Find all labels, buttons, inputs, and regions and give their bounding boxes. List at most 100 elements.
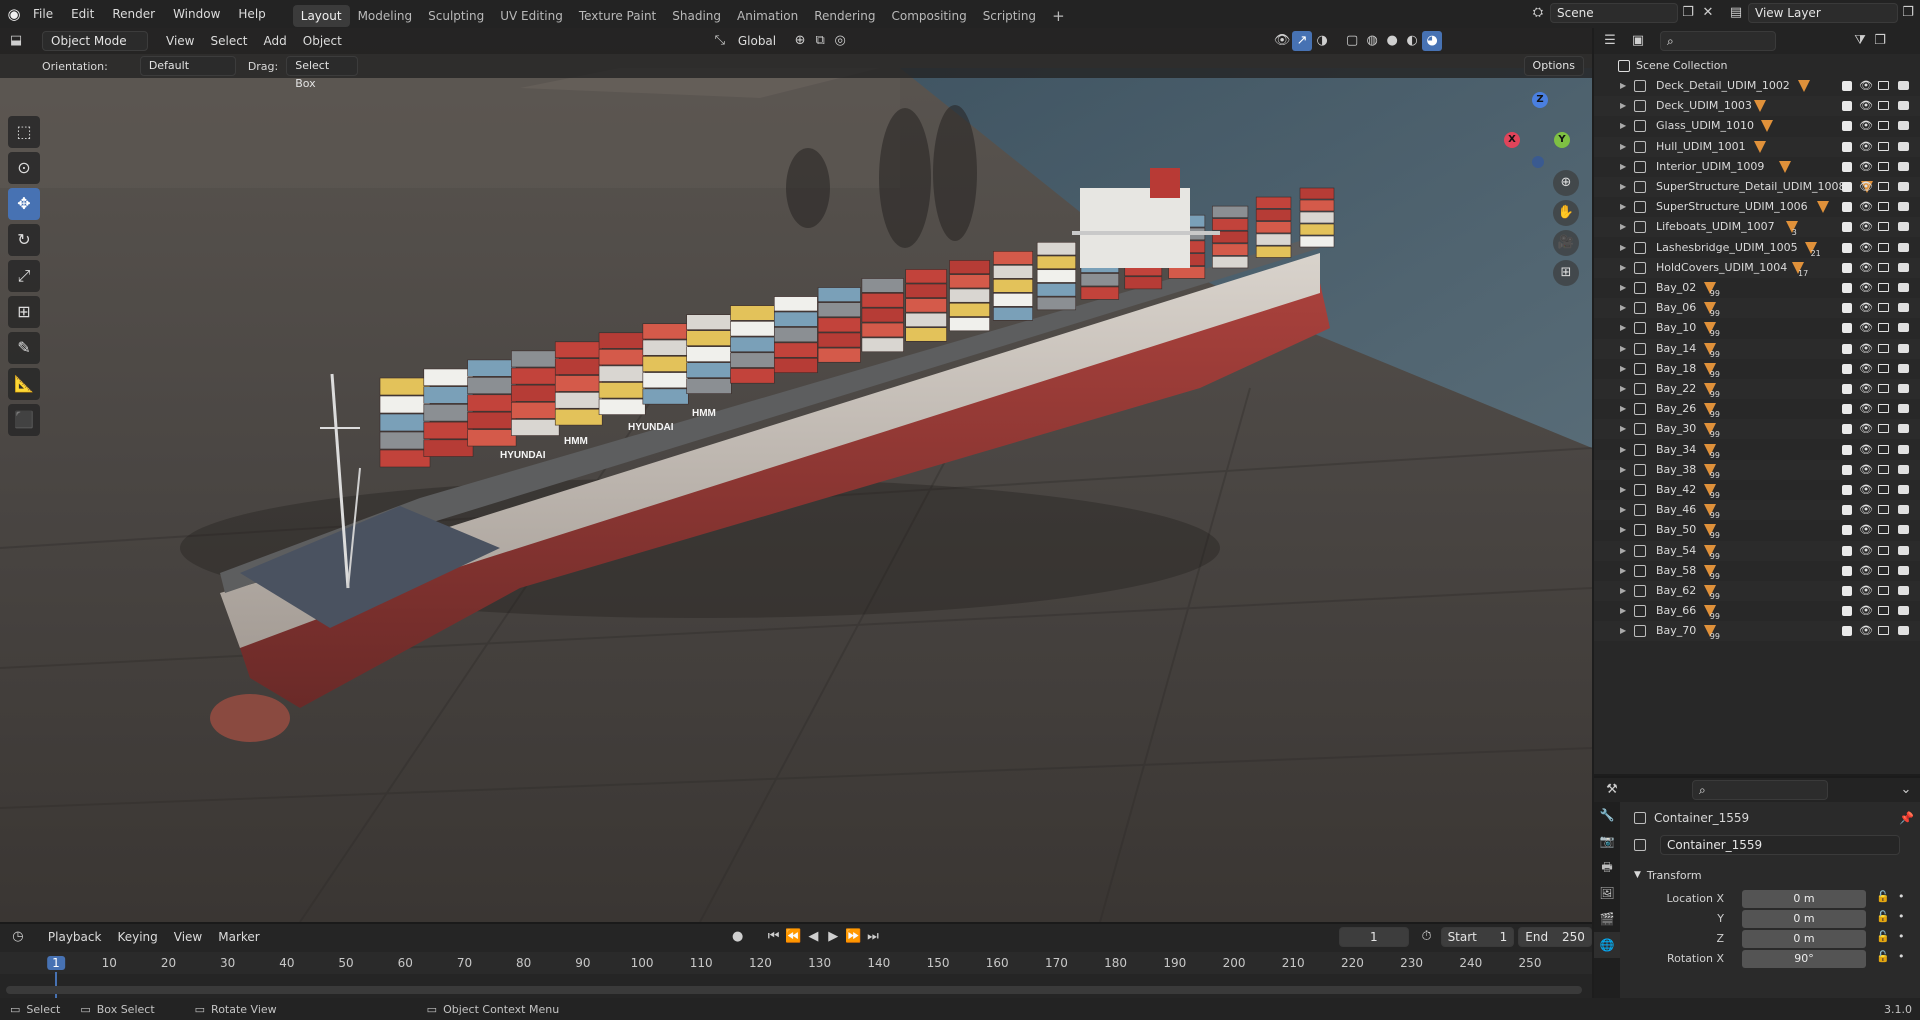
outliner-item[interactable]: ▶ Bay_70 99 👁 xyxy=(1594,621,1920,642)
expand-arrow-icon[interactable]: ▶ xyxy=(1620,541,1626,561)
eye-icon[interactable]: 👁 xyxy=(1859,157,1873,177)
outliner-item[interactable]: ▶ Deck_Detail_UDIM_1002 👁 xyxy=(1594,76,1920,96)
expand-arrow-icon[interactable]: ▶ xyxy=(1620,177,1626,197)
render-toggle-icon[interactable] xyxy=(1898,121,1909,131)
outliner-item[interactable]: ▶ SuperStructure_UDIM_1006 👁 xyxy=(1594,197,1920,217)
eye-icon[interactable]: 👁 xyxy=(1859,217,1873,237)
world-tab-icon[interactable]: 🌐 xyxy=(1594,932,1620,958)
render-toggle-icon[interactable] xyxy=(1898,161,1909,171)
viewport-toggle-icon[interactable] xyxy=(1878,404,1889,414)
menu-render[interactable]: Render xyxy=(103,0,164,28)
render-toggle-icon[interactable] xyxy=(1898,525,1909,535)
render-toggle-icon[interactable] xyxy=(1898,222,1909,232)
eye-icon[interactable]: 👁 xyxy=(1859,298,1873,318)
render-toggle-icon[interactable] xyxy=(1898,586,1909,595)
outliner-item[interactable]: ▶ Bay_30 99 👁 xyxy=(1594,419,1920,440)
chevron-down-icon[interactable]: ⌄ xyxy=(1896,780,1916,800)
outliner-item[interactable]: ▶ HoldCovers_UDIM_1004 17 👁 xyxy=(1594,257,1920,278)
new-collection-icon[interactable]: ❐ xyxy=(1870,31,1890,51)
timeline-scrollbar[interactable] xyxy=(6,986,1582,994)
outliner-item[interactable]: ▶ SuperStructure_Detail_UDIM_1008 👁 xyxy=(1594,177,1920,197)
eye-icon[interactable]: 👁 xyxy=(1859,278,1873,298)
exclude-checkbox[interactable] xyxy=(1842,222,1852,233)
render-toggle-icon[interactable] xyxy=(1898,363,1909,373)
playhead[interactable] xyxy=(55,972,57,998)
tab-uv-editing[interactable]: UV Editing xyxy=(492,5,571,27)
eye-icon[interactable]: 👁 xyxy=(1859,480,1873,500)
view-layer-field[interactable]: View Layer xyxy=(1748,3,1898,23)
menu-keying[interactable]: Keying xyxy=(109,927,165,947)
zoom-icon[interactable]: ⊕ xyxy=(1553,170,1579,196)
eye-icon[interactable]: 👁 xyxy=(1859,561,1873,581)
drag-dropdown[interactable]: Select Box xyxy=(286,56,359,90)
expand-arrow-icon[interactable]: ▶ xyxy=(1620,520,1626,540)
viewport-toggle-icon[interactable] xyxy=(1878,565,1889,575)
outliner-item[interactable]: ▶ Bay_02 99 👁 xyxy=(1594,278,1920,298)
render-toggle-icon[interactable] xyxy=(1898,545,1909,555)
gizmo-toggle-icon[interactable]: ↗ xyxy=(1292,31,1313,51)
expand-arrow-icon[interactable]: ▶ xyxy=(1620,480,1626,500)
expand-arrow-icon[interactable]: ▶ xyxy=(1620,500,1626,520)
expand-arrow-icon[interactable]: ▶ xyxy=(1620,318,1626,338)
outliner-item[interactable]: ▶ Hull_UDIM_1001 👁 xyxy=(1594,136,1920,157)
object-data-icon[interactable] xyxy=(1634,839,1646,851)
render-toggle-icon[interactable] xyxy=(1898,323,1909,333)
expand-arrow-icon[interactable]: ▶ xyxy=(1620,379,1626,399)
outliner-item[interactable]: ▶ Bay_26 99 👁 xyxy=(1594,399,1920,419)
exclude-checkbox[interactable] xyxy=(1842,262,1852,273)
eye-icon[interactable]: 👁 xyxy=(1859,460,1873,480)
render-toggle-icon[interactable] xyxy=(1898,565,1909,575)
outliner-item[interactable]: ▶ Bay_66 99 👁 xyxy=(1594,601,1920,621)
transform-field-value[interactable]: 0 m xyxy=(1742,910,1866,928)
exclude-checkbox[interactable] xyxy=(1842,384,1852,394)
exclude-checkbox[interactable] xyxy=(1842,182,1852,192)
mode-dropdown[interactable]: Object Mode xyxy=(42,31,148,51)
select-box-tool-icon[interactable]: ⬚ xyxy=(8,116,40,148)
exclude-checkbox[interactable] xyxy=(1842,323,1852,334)
viewport-toggle-icon[interactable] xyxy=(1878,121,1889,131)
render-toggle-icon[interactable] xyxy=(1898,283,1909,292)
add-cube-tool-icon[interactable]: ⬛ xyxy=(8,404,40,436)
expand-arrow-icon[interactable]: ▶ xyxy=(1620,116,1626,136)
scene-tab-icon[interactable]: 🎬 xyxy=(1594,906,1620,932)
viewport-toggle-icon[interactable] xyxy=(1878,606,1889,616)
lock-icon[interactable]: 🔓 xyxy=(1876,910,1890,923)
transform-tool-icon[interactable]: ⊞ xyxy=(8,296,40,328)
next-keyframe-icon[interactable]: ⏩ xyxy=(843,927,863,947)
scene-name-field[interactable]: Scene xyxy=(1550,3,1678,23)
viewport-toggle-icon[interactable] xyxy=(1878,444,1889,454)
eye-icon[interactable]: 👁 xyxy=(1859,520,1873,540)
viewport-toggle-icon[interactable] xyxy=(1878,323,1889,333)
outliner-item[interactable]: ▶ Bay_58 99 👁 xyxy=(1594,561,1920,581)
viewport-toggle-icon[interactable] xyxy=(1878,303,1889,313)
menu-add[interactable]: Add xyxy=(256,31,295,51)
delete-scene-icon[interactable]: ✕ xyxy=(1698,3,1718,23)
outliner-item[interactable]: ▶ Lashesbridge_UDIM_1005 21 👁 xyxy=(1594,238,1920,258)
expand-arrow-icon[interactable]: ▶ xyxy=(1620,278,1626,298)
outliner-item[interactable]: ▶ Bay_50 99 👁 xyxy=(1594,520,1920,540)
render-toggle-icon[interactable] xyxy=(1898,182,1909,191)
viewport-toggle-icon[interactable] xyxy=(1878,101,1889,111)
scene-collection-row[interactable]: Scene Collection xyxy=(1594,56,1920,76)
camera-view-icon[interactable]: 🎥 xyxy=(1553,230,1579,256)
view-layer-icon[interactable]: ▤ xyxy=(1726,3,1746,23)
gizmo-z-axis[interactable]: Z xyxy=(1532,92,1548,108)
tab-rendering[interactable]: Rendering xyxy=(806,5,883,27)
expand-arrow-icon[interactable]: ▶ xyxy=(1620,137,1626,157)
transform-orientation-dropdown[interactable]: Global xyxy=(730,31,784,51)
expand-arrow-icon[interactable]: ▶ xyxy=(1620,601,1626,621)
outliner-item[interactable]: ▶ Interior_UDIM_1009 👁 xyxy=(1594,157,1920,177)
lock-icon[interactable]: 🔓 xyxy=(1876,930,1890,943)
eye-icon[interactable]: 👁 xyxy=(1859,116,1873,136)
play-icon[interactable]: ▶ xyxy=(823,927,843,947)
outliner-item[interactable]: ▶ Bay_62 99 👁 xyxy=(1594,581,1920,601)
exclude-checkbox[interactable] xyxy=(1842,626,1852,637)
start-frame-field[interactable]: Start 1 xyxy=(1440,927,1515,947)
eye-icon[interactable]: 👁 xyxy=(1859,500,1873,520)
tool-tab-icon[interactable]: 🔧 xyxy=(1594,802,1620,828)
menu-playback[interactable]: Playback xyxy=(40,927,110,947)
eye-icon[interactable]: 👁 xyxy=(1859,197,1873,217)
viewport-toggle-icon[interactable] xyxy=(1878,485,1889,494)
eye-icon[interactable]: 👁 xyxy=(1859,238,1873,258)
render-toggle-icon[interactable] xyxy=(1898,384,1909,393)
